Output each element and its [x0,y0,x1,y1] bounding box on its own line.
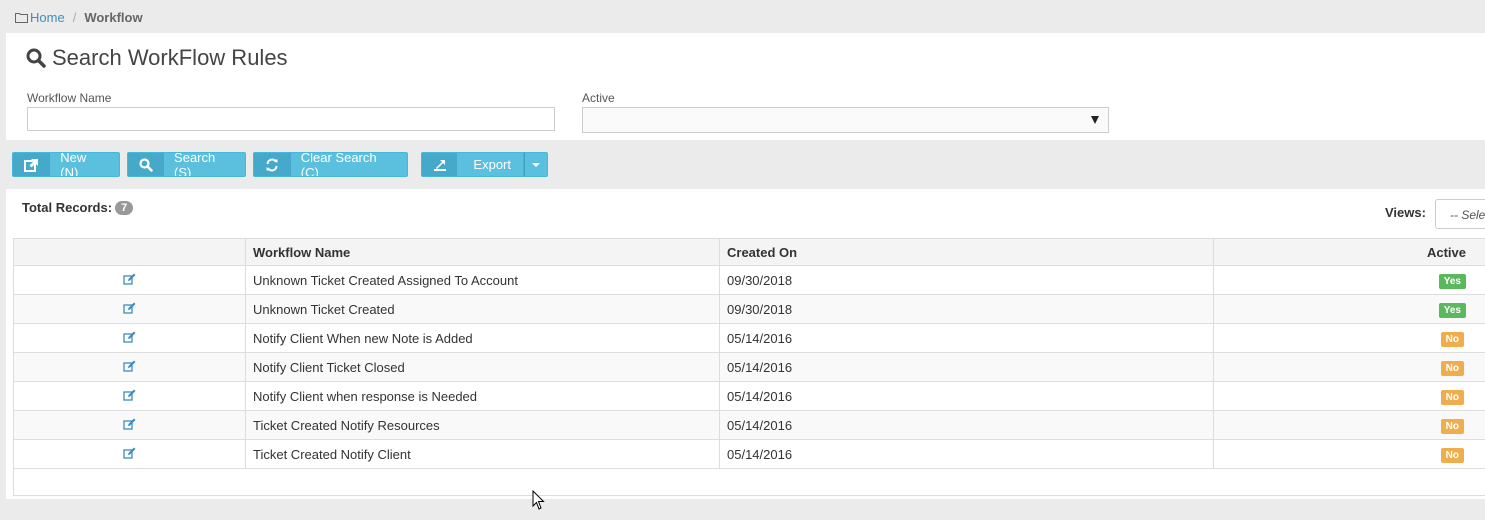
created-on-cell: 09/30/2018 [719,265,1214,295]
edit-cell [13,323,246,353]
table-row[interactable]: Notify Client when response is Needed 05/… [13,381,1485,411]
workflow-name-cell: Ticket Created Notify Resources [245,410,720,440]
empty-cell [13,468,1485,496]
active-cell: No [1213,439,1485,469]
total-records-label: Total Records: [22,200,113,215]
views-label: Views: [1385,205,1426,220]
toolbar: New (N) Search (S) Clear Search (C) Expo… [12,152,548,177]
search-title: Search WorkFlow Rules [26,45,288,71]
created-on-cell: 05/14/2016 [719,439,1214,469]
created-on-cell: 05/14/2016 [719,410,1214,440]
new-button[interactable]: New (N) [12,152,120,177]
table-row[interactable]: Notify Client Ticket Closed 05/14/2016 No [13,352,1485,382]
active-cell: Yes [1213,294,1485,324]
chevron-down-icon [1091,116,1099,124]
search-icon [26,48,46,68]
status-badge: Yes [1438,302,1466,318]
export-button[interactable]: Export [421,152,524,177]
header-active[interactable]: Active [1213,238,1485,266]
workflow-table: Workflow Name Created On Active Unknown … [13,238,1485,496]
export-dropdown-toggle[interactable] [524,152,548,177]
search-panel: Search WorkFlow Rules Workflow Name Acti… [6,33,1485,140]
edit-icon[interactable] [123,418,136,430]
table-row[interactable]: Unknown Ticket Created 09/30/2018 Yes [13,294,1485,324]
table-row[interactable]: Notify Client When new Note is Added 05/1… [13,323,1485,353]
breadcrumb-separator: / [72,9,77,25]
workflow-name-cell: Notify Client When new Note is Added [245,323,720,353]
clear-search-button-label: Clear Search (C) [300,152,377,177]
search-title-text: Search WorkFlow Rules [52,45,288,70]
table-header-row: Workflow Name Created On Active [13,238,1485,266]
status-badge: No [1440,418,1464,434]
caret-down-icon [532,162,540,167]
table-row[interactable]: Unknown Ticket Created Assigned To Accou… [13,265,1485,295]
edit-icon[interactable] [123,389,136,401]
status-badge: No [1440,331,1464,347]
refresh-icon [254,153,291,176]
status-badge: No [1440,389,1464,405]
header-created-on[interactable]: Created On [719,238,1214,266]
workflow-name-cell: Unknown Ticket Created Assigned To Accou… [245,265,720,295]
active-cell: No [1213,410,1485,440]
edit-cell [13,265,246,295]
status-badge: No [1440,360,1464,376]
breadcrumb-home-label: Home [30,9,65,25]
active-cell: No [1213,381,1485,411]
search-icon [128,153,165,176]
created-on-cell: 05/14/2016 [719,381,1214,411]
export-icon [422,153,458,176]
edit-cell [13,439,246,469]
edit-cell [13,352,246,382]
results-panel: Total Records: 7 Views: -- Select -- Wor… [6,189,1485,499]
breadcrumb-home-link[interactable]: Home [15,10,65,25]
table-row[interactable]: Ticket Created Notify Resources 05/14/201… [13,410,1485,440]
edit-icon[interactable] [123,447,136,459]
folder-icon [15,12,28,23]
total-records: Total Records: 7 [22,200,134,215]
header-workflow-name[interactable]: Workflow Name [245,238,720,266]
breadcrumb-current: Workflow [84,9,143,25]
active-cell: Yes [1213,265,1485,295]
edit-cell [13,410,246,440]
table-row[interactable]: Ticket Created Notify Client 05/14/2016 No [13,439,1485,469]
external-link-icon [13,153,51,176]
views-select-value: -- Select -- [1450,208,1485,222]
edit-cell [13,381,246,411]
edit-icon[interactable] [123,331,136,343]
active-cell: No [1213,323,1485,353]
edit-icon[interactable] [123,302,136,314]
clear-search-button[interactable]: Clear Search (C) [253,152,408,177]
active-select[interactable] [582,107,1109,133]
active-label: Active [582,91,615,105]
edit-icon[interactable] [123,273,136,285]
created-on-cell: 09/30/2018 [719,294,1214,324]
total-records-badge: 7 [115,200,134,215]
search-button-label: Search (S) [174,152,216,177]
status-badge: Yes [1438,273,1466,289]
edit-icon[interactable] [123,360,136,372]
status-badge: No [1440,447,1464,463]
created-on-cell: 05/14/2016 [719,323,1214,353]
mouse-cursor-icon [532,490,545,510]
breadcrumb: Home / Workflow [15,8,143,26]
workflow-name-cell: Unknown Ticket Created [245,294,720,324]
workflow-name-input[interactable] [27,107,555,131]
search-button[interactable]: Search (S) [127,152,246,177]
workflow-name-cell: Ticket Created Notify Client [245,439,720,469]
edit-cell [13,294,246,324]
views-select[interactable]: -- Select -- [1435,199,1485,229]
export-button-label: Export [473,157,511,172]
created-on-cell: 05/14/2016 [719,352,1214,382]
table-empty-row [13,468,1485,496]
new-button-label: New (N) [60,152,87,177]
workflow-name-cell: Notify Client Ticket Closed [245,352,720,382]
workflow-name-label: Workflow Name [27,91,112,105]
workflow-name-cell: Notify Client when response is Needed [245,381,720,411]
active-cell: No [1213,352,1485,382]
header-edit [13,238,246,266]
